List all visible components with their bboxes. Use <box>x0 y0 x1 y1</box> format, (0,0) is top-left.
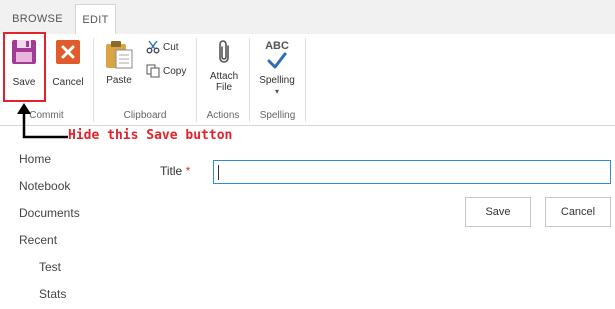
nav-item-stats[interactable]: Stats <box>39 287 66 301</box>
ribbon-paste-button[interactable]: Paste <box>104 38 134 86</box>
text-cursor <box>218 165 219 180</box>
ribbon-cancel-button[interactable]: Cancel <box>51 38 85 88</box>
cut-label: Cut <box>163 41 179 53</box>
tab-edit[interactable]: EDIT <box>75 4 116 35</box>
nav-item-documents[interactable]: Documents <box>19 206 80 220</box>
close-icon <box>56 40 80 64</box>
group-label-spelling: Spelling <box>259 110 296 121</box>
group-label-actions: Actions <box>206 110 240 121</box>
annotation-highlight-box <box>3 32 46 102</box>
ribbon-attach-file-button[interactable]: Attach File <box>204 38 244 93</box>
ribbon-spelling-button[interactable]: ABC Spelling ▾ <box>255 38 299 97</box>
scissors-icon <box>146 40 160 54</box>
abc-text: ABC <box>265 40 289 52</box>
cancel-label: Cancel <box>52 77 84 88</box>
title-field-label: Title * <box>160 164 190 178</box>
spelling-label: Spelling <box>259 75 295 86</box>
nav-item-recent[interactable]: Recent <box>19 233 57 247</box>
form-save-button[interactable]: Save <box>465 197 531 227</box>
chevron-down-icon[interactable]: ▾ <box>255 86 299 97</box>
paste-icon <box>106 41 133 69</box>
nav-item-home[interactable]: Home <box>19 152 51 166</box>
paste-label: Paste <box>106 75 132 86</box>
attach-label-line1: Attach <box>209 71 239 82</box>
group-label-clipboard: Clipboard <box>123 110 167 121</box>
tab-browse[interactable]: BROWSE <box>0 4 75 34</box>
group-divider <box>305 38 306 122</box>
annotation-arrow-icon <box>17 103 68 139</box>
ribbon-copy-button[interactable]: Copy <box>146 64 186 78</box>
ribbon: Save Cancel Commit Paste Cut Copy Clipbo… <box>0 34 615 126</box>
copy-label: Copy <box>163 65 187 77</box>
title-label-text: Title <box>160 164 183 178</box>
copy-icon <box>146 64 160 78</box>
title-input[interactable] <box>213 160 611 184</box>
required-marker: * <box>185 164 191 178</box>
annotation-text: Hide this Save button <box>68 128 233 143</box>
paperclip-icon <box>219 40 229 63</box>
nav-item-test[interactable]: Test <box>39 260 61 274</box>
ribbon-cut-button[interactable]: Cut <box>146 40 179 54</box>
nav-item-notebook[interactable]: Notebook <box>19 179 70 193</box>
form-cancel-button[interactable]: Cancel <box>545 197 611 227</box>
ribbon-tab-bar: BROWSE EDIT <box>0 0 615 35</box>
checkmark-icon <box>267 52 287 69</box>
attach-label-line2: File <box>215 82 233 93</box>
